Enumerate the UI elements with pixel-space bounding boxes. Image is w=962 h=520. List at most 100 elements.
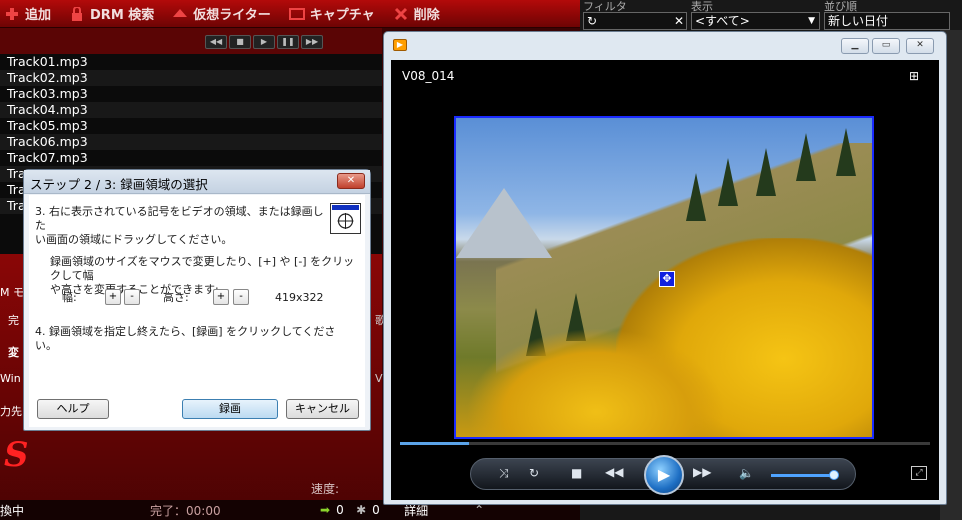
height-plus-button[interactable]: + (213, 289, 229, 305)
converting-label: 換中 (0, 503, 25, 518)
yellow-foliage (466, 328, 726, 437)
step-dialog: ステップ 2 / 3: 録画領域の選択 ✕ 3. 右に表示されている記号をビデオ… (23, 169, 371, 431)
mini-forward-icon[interactable]: ▶▶ (301, 35, 323, 49)
help-button[interactable]: ヘルプ (37, 399, 109, 419)
virtual-writer-label: 仮想ライター (193, 8, 271, 23)
speed-label: 速度: (311, 482, 340, 496)
player-app-icon: ▶ (393, 39, 407, 51)
track-item[interactable]: Track05.mp3 (0, 118, 382, 134)
sort-value: 新しい日付 (828, 14, 889, 28)
width-plus-button[interactable]: + (105, 289, 121, 305)
target-drag-icon[interactable] (330, 203, 361, 234)
chevron-down-icon: ▼ (808, 16, 815, 26)
volume-knob[interactable] (829, 470, 839, 480)
crosshair-icon (332, 205, 359, 229)
refresh-icon[interactable]: ↻ (587, 14, 597, 28)
filter-input[interactable]: ↻ ✕ (583, 12, 687, 30)
app-logo: S (4, 435, 29, 475)
gear-icon: ✱ (356, 503, 367, 517)
maximize-button[interactable]: ▭ (872, 38, 900, 54)
add-label: 追加 (25, 8, 52, 23)
capture-label: キャプチャ (309, 8, 375, 23)
tree-shape (686, 173, 706, 221)
mini-player-strip (0, 28, 382, 54)
drm-search-button[interactable]: DRM 検索 (69, 4, 154, 23)
close-button[interactable]: ✕ (906, 38, 934, 54)
track-item[interactable]: Track06.mp3 (0, 134, 382, 150)
done-label: 完 (8, 314, 19, 327)
track-item[interactable]: Track07.mp3 (0, 150, 382, 166)
fullscreen-icon[interactable]: ⤢ (911, 466, 927, 480)
video-player-window: ▶ ▁ ▭ ✕ V08_014 ⊞ ✥ ⤨ ↻ ■ ◀◀ ▶ ▶▶ 🔈 ⤢ (383, 31, 947, 505)
track-item[interactable]: Track02.mp3 (0, 70, 382, 86)
mini-stop-icon[interactable]: ■ (229, 35, 251, 49)
step4-instruction: 4. 録画領域を指定し終えたら、[録画] をクリックしてください。 (35, 325, 336, 352)
lock-icon (72, 6, 83, 21)
size-value: 419x322 (275, 291, 324, 304)
tree-shape (718, 158, 738, 206)
repeat-icon[interactable]: ↻ (529, 466, 539, 480)
dialog-body: 3. 右に表示されている記号をビデオの領域、または録画した い画面の領域にドラッ… (29, 195, 365, 427)
mini-pause-icon[interactable]: ❚❚ (277, 35, 299, 49)
next-icon[interactable]: ▶▶ (693, 465, 711, 479)
height-minus-button[interactable]: - (233, 289, 249, 305)
mini-transport-controls: ◀◀ ■ ▶ ❚❚ ▶▶ (205, 35, 323, 49)
width-minus-button[interactable]: - (124, 289, 140, 305)
recording-region[interactable]: ✥ (454, 116, 874, 439)
error-count: 0 (372, 503, 380, 517)
add-button[interactable]: 追加 (4, 4, 51, 23)
video-window-titlebar[interactable]: ▶ ▁ ▭ ✕ (384, 32, 946, 58)
width-label: 幅: (62, 291, 77, 304)
arrow-right-icon: ➡ (320, 503, 331, 517)
virtual-writer-button[interactable]: 仮想ライター (172, 4, 271, 23)
seek-bar[interactable] (400, 442, 930, 445)
shuffle-icon[interactable]: ⤨ (499, 466, 509, 481)
capture-icon (288, 7, 305, 20)
capture-button[interactable]: キャプチャ (288, 4, 375, 23)
display-value: <すべて> (695, 14, 750, 28)
dialog-titlebar[interactable]: ステップ 2 / 3: 録画領域の選択 ✕ (24, 170, 370, 194)
player-controls: ⤨ ↻ ■ ◀◀ ▶ ▶▶ 🔈 (470, 455, 856, 495)
win-label: Win (0, 372, 21, 385)
cancel-button[interactable]: キャンセル (286, 399, 359, 419)
expand-icon[interactable]: ⌃ (474, 503, 484, 517)
volume-icon[interactable]: 🔈 (739, 466, 754, 480)
convert-label: 変 (8, 346, 19, 359)
record-button[interactable]: 録画 (182, 399, 278, 419)
dialog-title: ステップ 2 / 3: 録画領域の選択 (30, 177, 208, 192)
minimize-button[interactable]: ▁ (841, 38, 869, 54)
height-label: 高さ: (163, 291, 189, 304)
sort-select[interactable]: 新しい日付 (824, 12, 950, 30)
output-dest-label: 力先 (0, 405, 22, 418)
delete-button[interactable]: 削除 (393, 4, 440, 23)
seek-progress (400, 442, 469, 445)
previous-icon[interactable]: ◀◀ (605, 465, 623, 479)
mountain-shape (456, 188, 552, 258)
success-count: 0 (336, 503, 344, 517)
delete-icon (394, 7, 407, 20)
clear-icon[interactable]: ✕ (674, 13, 684, 29)
video-title: V08_014 (402, 69, 455, 83)
mini-play-icon[interactable]: ▶ (253, 35, 275, 49)
complete-time: 完了：00:00 (150, 503, 221, 518)
stop-icon[interactable]: ■ (571, 466, 582, 480)
display-select[interactable]: <すべて> ▼ (691, 12, 820, 30)
main-toolbar: 追加 DRM 検索 仮想ライター キャプチャ 削除 (0, 0, 580, 28)
drm-search-label: DRM 検索 (90, 8, 155, 23)
video-area: V08_014 ⊞ ✥ ⤨ ↻ ■ ◀◀ ▶ ▶▶ 🔈 ⤢ (391, 60, 939, 500)
track-item[interactable]: Track03.mp3 (0, 86, 382, 102)
dialog-close-button[interactable]: ✕ (337, 173, 365, 189)
mini-rewind-icon[interactable]: ◀◀ (205, 35, 227, 49)
track-item[interactable]: Track04.mp3 (0, 102, 382, 118)
play-button[interactable]: ▶ (644, 455, 684, 495)
track-item[interactable]: Track01.mp3 (0, 54, 382, 70)
volume-slider[interactable] (771, 474, 833, 477)
tree-shape (796, 133, 816, 181)
step3-instruction: 3. 右に表示されている記号をビデオの領域、または録画した い画面の領域にドラッ… (35, 205, 324, 246)
tree-shape (756, 148, 776, 196)
tree-shape (836, 128, 856, 176)
switch-view-icon[interactable]: ⊞ (909, 69, 927, 83)
writer-icon (173, 8, 188, 17)
mode-label: M モ (0, 286, 24, 299)
move-handle-icon[interactable]: ✥ (659, 271, 675, 287)
